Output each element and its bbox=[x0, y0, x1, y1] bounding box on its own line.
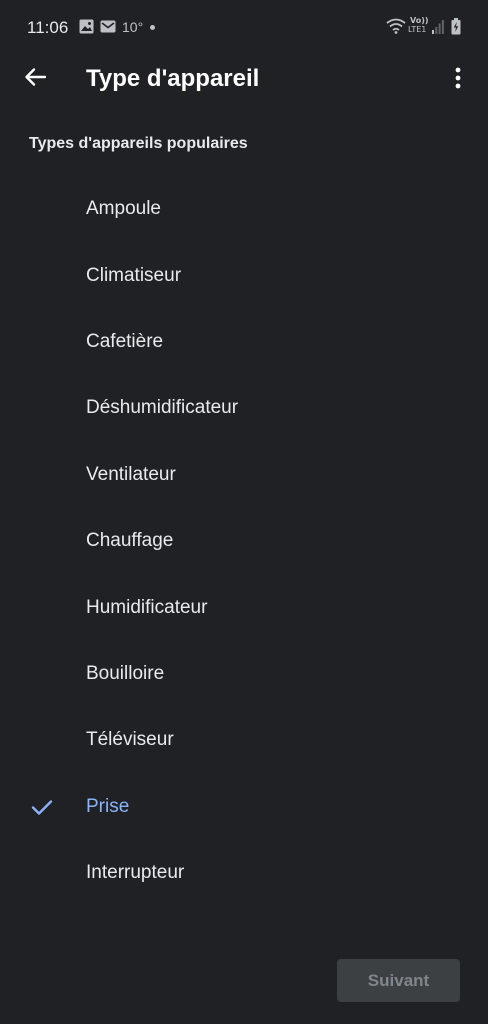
device-type-label: Ampoule bbox=[86, 198, 161, 220]
device-type-label: Chauffage bbox=[86, 530, 174, 552]
device-type-item[interactable]: Bouilloire bbox=[0, 641, 488, 707]
device-type-list: Ampoule Climatiseur Cafetière Déshumidifica… bbox=[0, 176, 488, 906]
device-type-label: Déshumidificateur bbox=[86, 397, 239, 419]
device-type-item[interactable]: Ampoule bbox=[0, 176, 488, 242]
back-button[interactable] bbox=[18, 62, 52, 96]
device-type-item[interactable]: Cafetière bbox=[0, 309, 488, 375]
notification-dot bbox=[150, 25, 155, 30]
device-type-label: Téléviseur bbox=[86, 729, 174, 751]
device-type-item[interactable]: Interrupteur bbox=[0, 840, 488, 906]
device-type-item[interactable]: Climatiseur bbox=[0, 242, 488, 308]
page-title: Type d'appareil bbox=[86, 65, 260, 92]
device-type-item[interactable]: Humidificateur bbox=[0, 574, 488, 640]
device-type-label: Climatiseur bbox=[86, 264, 182, 286]
image-icon bbox=[79, 19, 94, 39]
device-type-label: Interrupteur bbox=[86, 862, 185, 884]
mail-icon bbox=[100, 19, 116, 39]
status-time: 11:06 bbox=[27, 18, 69, 37]
volte-lte-icon: Vo)) LTE1 bbox=[408, 16, 430, 36]
section-header: Types d'appareils populaires bbox=[29, 135, 248, 152]
more-options-button[interactable] bbox=[444, 64, 472, 96]
device-type-label: Humidificateur bbox=[86, 596, 208, 618]
device-type-label: Prise bbox=[86, 795, 130, 817]
device-type-label: Ventilateur bbox=[86, 463, 176, 485]
volte-label: Vo)) bbox=[410, 16, 429, 25]
next-button[interactable]: Suivant bbox=[337, 959, 460, 1002]
check-icon bbox=[30, 795, 54, 819]
arrow-back-icon bbox=[24, 67, 47, 92]
device-type-label: Bouilloire bbox=[86, 662, 165, 684]
device-type-item[interactable]: Déshumidificateur bbox=[0, 375, 488, 441]
device-type-item[interactable]: Téléviseur bbox=[0, 707, 488, 773]
status-temperature: 10° bbox=[122, 19, 144, 35]
battery-charging-icon bbox=[451, 18, 461, 40]
wifi-icon bbox=[386, 18, 406, 39]
status-bar: 11:06 10° Vo)) LTE1 bbox=[0, 0, 488, 56]
device-type-item[interactable]: Ventilateur bbox=[0, 442, 488, 508]
device-type-label: Cafetière bbox=[86, 330, 164, 352]
more-vert-icon bbox=[455, 67, 461, 94]
device-type-item[interactable]: Chauffage bbox=[0, 508, 488, 574]
lte-label: LTE1 bbox=[408, 25, 427, 34]
device-type-item[interactable]: Prise bbox=[0, 774, 488, 840]
signal-icon bbox=[432, 19, 444, 39]
app-bar: Type d'appareil bbox=[0, 52, 488, 108]
